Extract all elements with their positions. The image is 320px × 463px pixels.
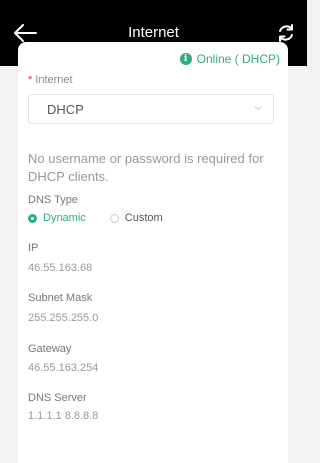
status-badge: i Online ( DHCP) xyxy=(179,52,280,66)
ip-value: 46.55.163.68 xyxy=(28,262,93,274)
gateway-label: Gateway xyxy=(28,343,72,355)
dns-custom-label: Custom xyxy=(124,212,163,224)
internet-type-select[interactable]: DHCP xyxy=(28,94,274,124)
dns-dynamic-radio[interactable]: Dynamic xyxy=(28,212,86,224)
internet-label: * Internet xyxy=(28,74,73,86)
subnet-mask-value: 255.255.255.0 xyxy=(28,312,99,324)
internet-type-value: DHCP xyxy=(47,102,84,117)
dhcp-hint: No username or password is required for … xyxy=(28,151,264,184)
dns-type-label: DNS Type xyxy=(28,194,78,206)
dns-custom-radio[interactable]: Custom xyxy=(109,212,163,224)
subnet-mask-label: Subnet Mask xyxy=(28,292,93,304)
dns-type-radio-group: Dynamic Custom xyxy=(28,212,163,224)
ip-label: IP xyxy=(28,242,39,254)
info-icon: i xyxy=(179,53,192,65)
status-text: Online ( DHCP) xyxy=(196,52,280,66)
internet-label-text: Internet xyxy=(35,74,73,86)
refresh-icon[interactable] xyxy=(275,22,297,44)
gateway-value: 46.55.163.254 xyxy=(28,362,99,374)
required-mark: * xyxy=(28,74,33,86)
chevron-down-icon xyxy=(254,106,262,111)
radio-selected-icon xyxy=(28,213,37,223)
page-title: Internet xyxy=(128,24,179,41)
dns-server-value: 1.1.1.1 8.8.8.8 xyxy=(28,410,99,422)
dns-dynamic-label: Dynamic xyxy=(43,212,86,224)
dns-server-label: DNS Server xyxy=(28,392,87,404)
radio-unselected-icon xyxy=(109,213,119,223)
internet-settings-card: i Online ( DHCP) * Internet DHCP No usern… xyxy=(18,42,288,463)
